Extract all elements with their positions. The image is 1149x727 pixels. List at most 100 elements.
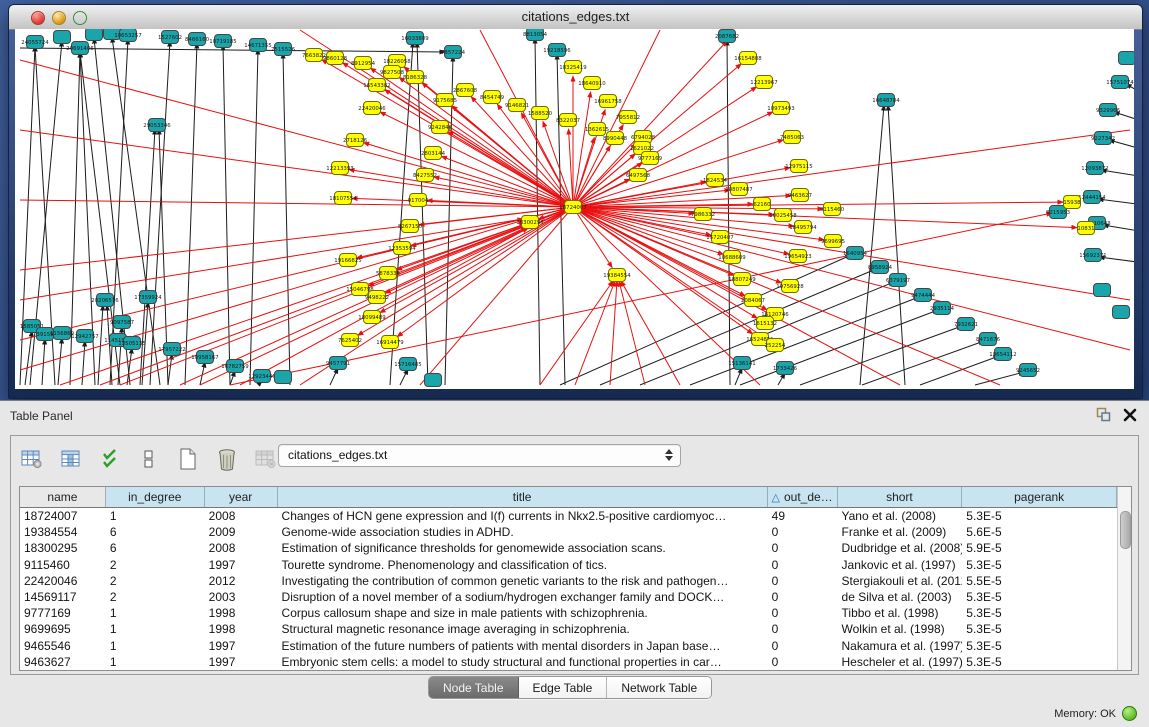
graph-node[interactable]: 9463627 — [788, 189, 812, 202]
table-row[interactable]: 946362711997Embryonic stem cells: a mode… — [20, 654, 1117, 670]
table-row[interactable]: 977716911998Corpus callosum shape and si… — [20, 605, 1117, 621]
graph-edge[interactable] — [800, 326, 962, 385]
table-cell[interactable]: 5.3E-5 — [962, 558, 1117, 572]
table-cell[interactable]: Investigating the contribution of common… — [278, 574, 768, 588]
graph-node[interactable]: 16914479 — [376, 336, 404, 349]
graph-node[interactable]: 9329966 — [1096, 104, 1121, 117]
graph-edge[interactable] — [120, 226, 526, 385]
graph-edge[interactable] — [397, 207, 573, 337]
table-cell[interactable]: Stergiakouli et al. (2012) — [838, 574, 963, 588]
table-row[interactable]: 2242004622012Investigating the contribut… — [20, 573, 1117, 589]
graph-node[interactable]: 16782759 — [221, 360, 249, 373]
table-cell[interactable]: 0 — [768, 541, 838, 555]
table-cell[interactable]: 5.5E-5 — [962, 574, 1117, 588]
tab-edge-table[interactable]: Edge Table — [519, 677, 608, 698]
table-cell[interactable]: 1 — [106, 622, 205, 636]
graph-node[interactable]: 7515526 — [271, 43, 296, 56]
graph-node[interactable]: 1527602 — [158, 31, 182, 44]
graph-node[interactable]: 12213393 — [326, 162, 353, 175]
graph-edge[interactable] — [573, 207, 782, 283]
table-cell[interactable]: Disruption of a novel member of a sodium… — [278, 590, 768, 604]
table-cell[interactable]: 18724007 — [20, 509, 106, 523]
table-cell[interactable]: 2008 — [205, 541, 278, 555]
column-header-pagerank[interactable]: pagerank — [962, 487, 1117, 507]
graph-edge[interactable] — [573, 207, 1130, 350]
column-header-out_de[interactable]: △out_de… — [768, 487, 838, 507]
graph-node[interactable]: 9457791 — [326, 357, 350, 370]
graph-edge[interactable] — [20, 60, 573, 207]
table-cell[interactable]: 0 — [768, 590, 838, 604]
table-cell[interactable]: 0 — [768, 655, 838, 669]
graph-node[interactable]: 18099489 — [358, 311, 386, 324]
graph-node[interactable] — [1119, 52, 1135, 65]
table-cell[interactable]: Estimation of significance thresholds fo… — [278, 541, 768, 555]
tab-network-table[interactable]: Network Table — [607, 677, 711, 698]
graph-node[interactable]: 8912954 — [351, 57, 376, 70]
graph-node[interactable]: 8990448 — [603, 132, 628, 145]
graph-edge[interactable] — [735, 368, 742, 385]
graph-edge[interactable] — [185, 43, 197, 385]
graph-node[interactable]: 2935114 — [930, 302, 955, 315]
graph-node[interactable]: 1640954 — [843, 247, 868, 260]
graph-edge[interactable] — [230, 371, 235, 385]
select-columns-check-icon[interactable] — [97, 446, 123, 472]
table-cell[interactable]: 14569117 — [20, 590, 106, 604]
graph-node[interactable]: 8958924 — [868, 261, 893, 274]
rows-icon[interactable] — [136, 446, 162, 472]
float-panel-icon[interactable] — [1096, 407, 1111, 422]
graph-edge[interactable] — [573, 207, 1000, 385]
graph-node[interactable]: 2867608 — [453, 84, 478, 97]
table-cell[interactable]: 5.9E-5 — [962, 541, 1117, 555]
table-cell[interactable]: 0 — [768, 525, 838, 539]
table-cell[interactable]: 5.3E-5 — [962, 509, 1117, 523]
table-cell[interactable]: Tibbo et al. (1998) — [838, 606, 963, 620]
table-cell[interactable]: 0 — [768, 574, 838, 588]
graph-node[interactable]: 2087682 — [715, 30, 739, 43]
graph-node[interactable]: 7932621 — [954, 318, 978, 331]
table-cell[interactable]: 9115460 — [20, 558, 106, 572]
graph-node[interactable]: 1615132 — [753, 317, 777, 330]
graph-node[interactable]: 9498222 — [365, 291, 389, 304]
graph-node[interactable]: 19654923 — [784, 250, 811, 263]
graph-node[interactable]: 7986332 — [691, 208, 715, 221]
graph-node[interactable]: 10719185 — [209, 35, 236, 48]
table-row[interactable]: 969969511998Structural magnetic resonanc… — [20, 621, 1117, 637]
table-cell[interactable]: 0 — [768, 622, 838, 636]
table-cell[interactable]: 2 — [106, 574, 205, 588]
tab-node-table[interactable]: Node Table — [429, 677, 519, 698]
table-cell[interactable]: 6 — [106, 525, 205, 539]
table-cell[interactable]: 5.3E-5 — [962, 655, 1117, 669]
graph-edge[interactable] — [557, 54, 565, 385]
graph-edge[interactable] — [573, 207, 612, 267]
table-cell[interactable]: Estimation of the future numbers of pati… — [278, 639, 768, 653]
table-cell[interactable]: Changes of HCN gene expression and I(f) … — [278, 509, 768, 523]
graph-edge[interactable] — [20, 46, 35, 385]
table-cell[interactable]: Yano et al. (2008) — [838, 509, 963, 523]
column-header-title[interactable]: title — [278, 487, 768, 507]
graph-edge[interactable] — [448, 132, 573, 207]
close-panel-icon[interactable] — [1123, 408, 1137, 422]
delete-table-icon[interactable] — [214, 446, 240, 472]
graph-node[interactable]: 8427552 — [413, 169, 437, 182]
table-cell[interactable]: 5.6E-5 — [962, 525, 1117, 539]
graph-node[interactable]: 16648784 — [872, 94, 900, 107]
table-cell[interactable]: 2008 — [205, 509, 278, 523]
scrollbar-thumb[interactable] — [1120, 511, 1131, 549]
graph-node[interactable] — [54, 31, 71, 44]
graph-edge[interactable] — [920, 356, 999, 385]
graph-node[interactable] — [425, 374, 442, 387]
table-cell[interactable]: 1997 — [205, 655, 278, 669]
graph-node[interactable]: 15938 — [1063, 196, 1081, 209]
graph-node[interactable]: 18107554 — [329, 192, 357, 205]
graph-edge[interactable] — [619, 281, 645, 385]
graph-edge[interactable] — [540, 281, 613, 385]
table-cell[interactable]: 6 — [106, 541, 205, 555]
graph-node[interactable]: 9146821 — [505, 99, 529, 112]
graph-node[interactable]: 29053346 — [143, 119, 171, 132]
table-row[interactable]: 1938455462009Genome-wide association stu… — [20, 524, 1117, 540]
graph-node[interactable] — [275, 371, 292, 384]
graph-node[interactable]: 9097587 — [110, 316, 134, 329]
table-cell[interactable]: 2012 — [205, 574, 278, 588]
graph-node[interactable]: 10831 — [1077, 222, 1094, 235]
graph-edge[interactable] — [364, 143, 573, 207]
